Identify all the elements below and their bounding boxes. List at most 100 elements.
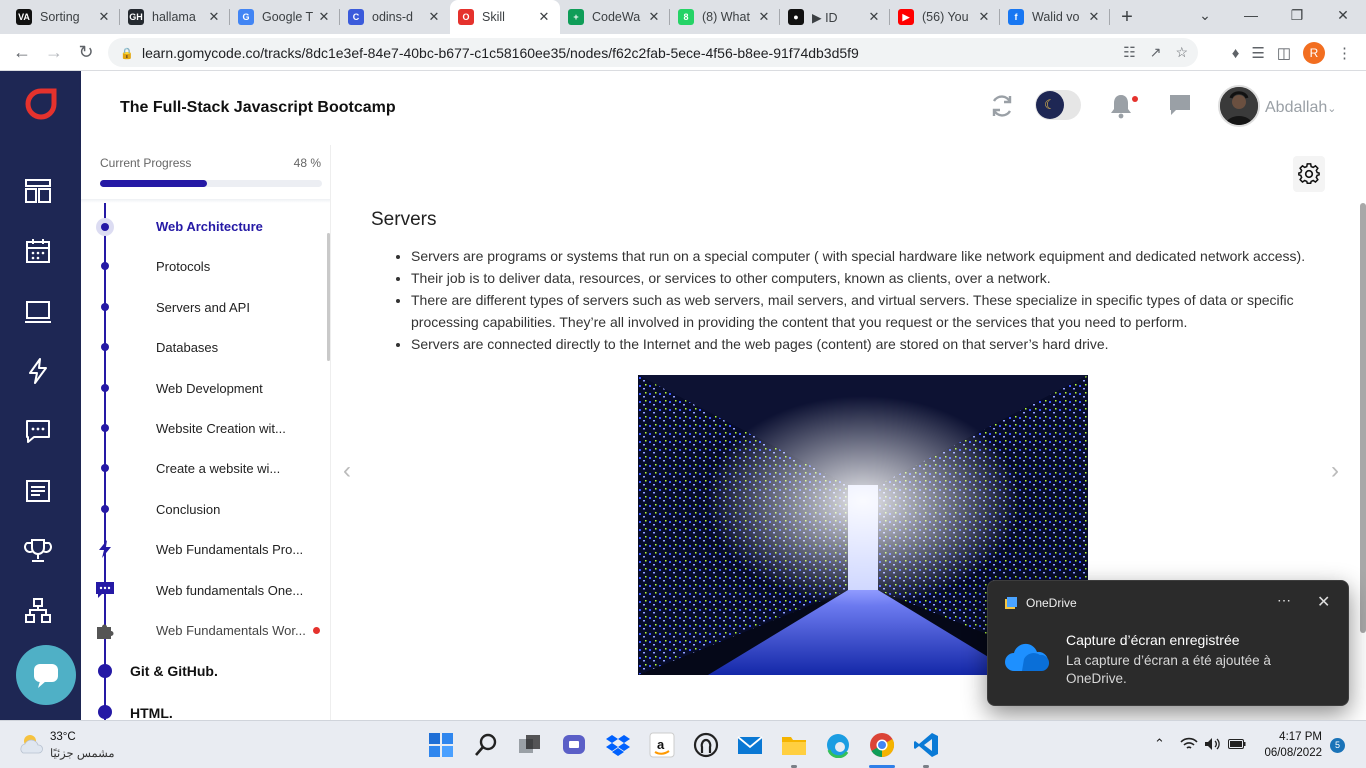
browser-tab[interactable]: VA Sorting ✕ xyxy=(8,0,120,34)
profile-avatar[interactable]: R xyxy=(1303,42,1325,64)
settings-button[interactable] xyxy=(1293,156,1325,192)
browser-tab[interactable]: GH hallama ✕ xyxy=(120,0,230,34)
toast-more-icon[interactable]: ⋯ xyxy=(1277,592,1291,609)
browser-tab[interactable]: f Walid vo ✕ xyxy=(1000,0,1110,34)
document-icon[interactable] xyxy=(24,478,52,504)
sidebar-item-web-fundamentals-workshop[interactable]: Web Fundamentals Wor... xyxy=(156,623,306,638)
reload-icon[interactable]: ↻ xyxy=(70,42,102,63)
sidebar-item-website-creation[interactable]: Website Creation wit... xyxy=(156,421,286,436)
chrome-browser-icon[interactable] xyxy=(869,732,895,758)
volume-icon[interactable] xyxy=(1204,737,1220,751)
sidebar-item-create-a-website[interactable]: Create a website wi... xyxy=(156,461,280,476)
notification-count-badge[interactable]: 5 xyxy=(1330,738,1345,753)
address-bar[interactable]: 🔒 learn.gomycode.co/tracks/8dc1e3ef-84e7… xyxy=(108,38,1198,67)
calendar-icon[interactable] xyxy=(24,238,52,264)
tab-close-icon[interactable]: ✕ xyxy=(756,9,772,25)
tab-close-icon[interactable]: ✕ xyxy=(536,9,552,25)
sidebar-scrollbar[interactable] xyxy=(327,233,330,361)
next-arrow-icon[interactable]: › xyxy=(1331,457,1339,485)
new-tab-button[interactable]: + xyxy=(1110,6,1144,29)
wifi-icon[interactable] xyxy=(1180,737,1198,751)
extensions-icon[interactable]: ♦ xyxy=(1232,45,1240,62)
back-icon[interactable]: ← xyxy=(6,42,38,63)
bookmark-star-icon[interactable]: ☆ xyxy=(1175,44,1188,61)
lightning-icon[interactable] xyxy=(24,358,52,384)
mail-icon[interactable] xyxy=(737,732,763,758)
toast-close-icon[interactable]: ✕ xyxy=(1317,592,1330,612)
edge-browser-icon[interactable] xyxy=(825,732,851,758)
media-control-icon[interactable]: ☰ xyxy=(1251,44,1264,62)
sidebar-item-servers-and-api[interactable]: Servers and API xyxy=(156,300,250,315)
bell-icon[interactable] xyxy=(1109,93,1133,119)
gomycode-logo[interactable] xyxy=(25,88,57,120)
sidebar-section-git-github[interactable]: Git & GitHub. xyxy=(130,663,218,679)
hierarchy-icon[interactable] xyxy=(24,598,52,624)
translate-icon[interactable]: ☷ xyxy=(1123,44,1136,61)
trophy-icon[interactable] xyxy=(24,538,52,564)
content-scrollbar[interactable] xyxy=(1360,203,1366,633)
weather-sun-cloud-icon[interactable] xyxy=(18,733,44,755)
sidebar-item-conclusion[interactable]: Conclusion xyxy=(156,502,220,517)
tab-close-icon[interactable]: ✕ xyxy=(426,9,442,25)
minimize-button[interactable]: — xyxy=(1228,0,1274,34)
github-desktop-icon[interactable] xyxy=(693,732,719,758)
laptop-icon[interactable] xyxy=(24,299,52,325)
vscode-icon[interactable] xyxy=(913,732,939,758)
previous-arrow-icon[interactable]: ‹ xyxy=(343,457,351,485)
sidebar-item-databases[interactable]: Databases xyxy=(156,340,218,355)
tab-search-icon[interactable]: ⌄ xyxy=(1182,0,1228,34)
browser-menu-icon[interactable]: ⋮ xyxy=(1337,44,1352,62)
battery-icon[interactable] xyxy=(1228,739,1246,749)
timeline-dot xyxy=(101,464,109,472)
dashboard-icon[interactable] xyxy=(24,178,52,204)
username[interactable]: Abdallah⌄ xyxy=(1265,99,1337,117)
close-window-button[interactable]: ✕ xyxy=(1320,0,1366,34)
teams-chat-icon[interactable] xyxy=(561,732,587,758)
restore-button[interactable]: ❐ xyxy=(1274,0,1320,34)
tab-close-icon[interactable]: ✕ xyxy=(646,9,662,25)
browser-tab[interactable]: 8 (8) What ✕ xyxy=(670,0,780,34)
messages-icon[interactable] xyxy=(1168,93,1192,117)
tab-close-icon[interactable]: ✕ xyxy=(976,9,992,25)
share-icon[interactable]: ↗ xyxy=(1150,44,1162,61)
browser-tab[interactable]: Codins-d ✕ xyxy=(340,0,450,34)
sidebar-item-web-fundamentals-project[interactable]: Web Fundamentals Pro... xyxy=(156,542,303,557)
sidebar-section-html[interactable]: HTML. xyxy=(130,705,173,720)
sync-icon[interactable] xyxy=(989,93,1015,119)
amazon-icon[interactable]: a xyxy=(649,732,675,758)
tab-title: Skill xyxy=(482,10,505,24)
support-chat-button[interactable] xyxy=(16,645,76,705)
dropbox-icon[interactable] xyxy=(605,732,631,758)
timeline-dot xyxy=(101,424,109,432)
task-view-icon[interactable] xyxy=(517,732,543,758)
tab-close-icon[interactable]: ✕ xyxy=(206,9,222,25)
browser-tab[interactable]: ▶ (56) You ✕ xyxy=(890,0,1000,34)
system-clock[interactable]: 4:17 PM 06/08/2022 xyxy=(1258,729,1322,761)
progress-bar-fill xyxy=(100,180,207,187)
browser-tab[interactable]: G Google T ✕ xyxy=(230,0,340,34)
browser-tab[interactable]: ● ▶ ID ✕ xyxy=(780,0,890,34)
tab-close-icon[interactable]: ✕ xyxy=(866,9,882,25)
onedrive-notification[interactable]: OneDrive ⋯ ✕ Capture d’écran enregistrée… xyxy=(987,580,1349,706)
tab-title: hallama xyxy=(152,10,196,24)
browser-tab[interactable]: + CodeWa ✕ xyxy=(560,0,670,34)
sidebar-item-web-development[interactable]: Web Development xyxy=(156,381,263,396)
sidebar-item-protocols[interactable]: Protocols xyxy=(156,259,210,274)
tab-close-icon[interactable]: ✕ xyxy=(1086,9,1102,25)
dark-mode-toggle[interactable]: ☾ xyxy=(1035,90,1081,120)
side-panel-icon[interactable]: ◫ xyxy=(1277,44,1291,62)
tray-chevron-up-icon[interactable]: ⌃ xyxy=(1154,736,1165,752)
tab-favicon-icon: 8 xyxy=(678,9,694,25)
forward-icon[interactable]: → xyxy=(38,42,70,63)
search-icon[interactable] xyxy=(473,732,499,758)
windows-start-icon[interactable] xyxy=(428,732,454,758)
chat-icon[interactable] xyxy=(24,418,52,444)
file-explorer-icon[interactable] xyxy=(781,732,807,758)
user-avatar[interactable] xyxy=(1218,85,1260,127)
tab-close-icon[interactable]: ✕ xyxy=(316,9,332,25)
tab-close-icon[interactable]: ✕ xyxy=(96,9,112,25)
sidebar-item-web-fundamentals-one[interactable]: Web fundamentals One... xyxy=(156,583,303,598)
weather-temperature[interactable]: 33°C xyxy=(50,731,76,743)
sidebar-item-web-architecture[interactable]: Web Architecture xyxy=(156,219,263,234)
browser-tab[interactable]: O Skill ✕ xyxy=(450,0,560,34)
